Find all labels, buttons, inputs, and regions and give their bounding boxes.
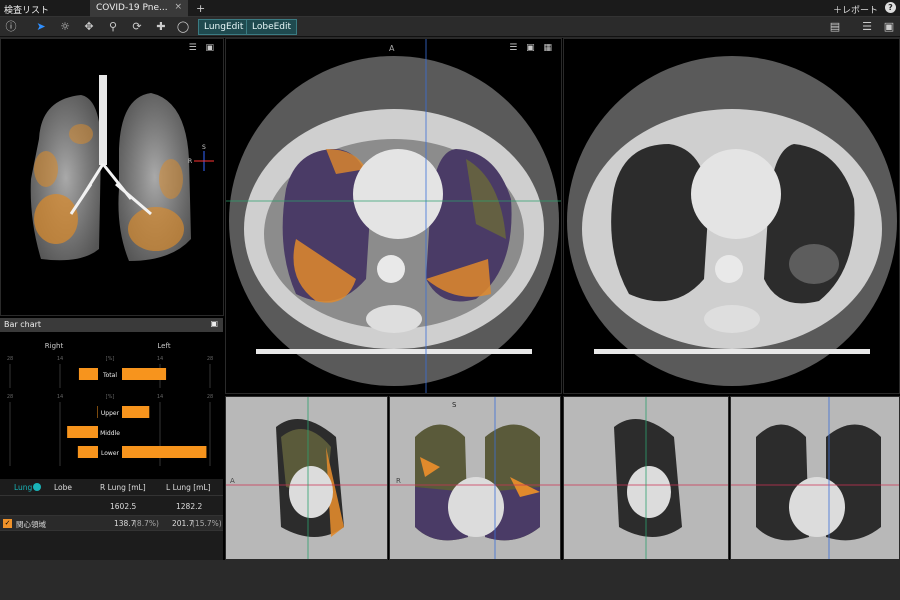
lobeedit-button[interactable]: LobeEdit [246,19,298,35]
new-tab-button[interactable]: + [196,2,205,15]
sagittal-segmented-panel[interactable]: ☰ ▣ A [225,396,388,560]
bar-chart-svg: Right Left 28 14 14 28 [%] Total 28 14 14 28 [%] Up… [7,342,213,466]
coronal-ct-raw [731,397,899,559]
roi-r-volume: 138.7 [114,519,136,528]
roi-l-percent: (15.7%) [192,519,222,528]
coronal-ct-segmented: R S [390,397,560,559]
coronal-segmented-panel[interactable]: ☰ ▣ ▦ R S [389,396,561,560]
left-side-label: Left [157,342,170,350]
axial-segmented-panel[interactable]: ☰ ▣ ▦ A [225,38,562,394]
lung-lobe-toggle[interactable] [33,483,41,491]
tick-label: 14 [57,356,63,362]
roi-r-percent: (8.7%) [134,519,159,528]
report-button[interactable]: ＋レポート [833,3,878,16]
category-label: Upper [101,410,120,417]
tick-label: 28 [207,356,213,362]
tick-label: 14 [157,356,163,362]
sagittal-raw-panel[interactable]: ▣ [563,396,729,560]
orient-r-label: R [396,477,401,485]
volume-render-panel[interactable]: ☰ ▣ S R [0,38,224,316]
roi-checkbox[interactable]: ✓ [3,519,12,528]
cursor-icon[interactable]: ➤ [34,20,48,34]
axial-ct-raw [567,56,897,386]
brightness-icon[interactable]: ☼ [58,20,72,34]
crosshair-icon[interactable]: ✚ [154,20,168,34]
category-label: Middle [100,430,120,437]
tab-lobe[interactable]: Lobe [54,483,72,492]
col-l-lung: L Lung [mL] [166,483,211,492]
axial-ct-segmented: A [226,39,561,393]
layout-icon[interactable]: ▤ [828,20,842,34]
bar-chart: Right Left 28 14 14 28 [%] Total 28 14 14 28 [%] Up… [0,332,223,479]
r-lung-volume: 1602.5 [110,502,137,511]
axial-raw-panel[interactable] [563,38,900,394]
volume-table: Lung Lobe R Lung [mL] L Lung [mL] 1602.5… [0,479,223,560]
unit-label: [%] [106,394,115,400]
lasso-icon[interactable]: ◯ [176,20,190,34]
app-title[interactable]: 検査リスト [4,3,49,16]
roi-l-volume: 201.7 [172,519,194,528]
tab-lung[interactable]: Lung [14,483,32,492]
tick-label: 28 [207,394,213,400]
orient-s-label: S [452,401,457,409]
title-bar: 検査リスト COVID-19 Pne... × + ＋レポート ? [0,0,900,17]
right-side-label: Right [45,342,64,350]
table-row: ✓ 関心領域 138.7 (8.7%) 201.7 (15.7%) [0,516,223,531]
tab-label: COVID-19 Pne... [96,3,168,13]
col-r-lung: R Lung [mL] [100,483,146,492]
orient-a-label: A [389,44,395,53]
bar-chart-title: Bar chart [4,320,42,329]
orient-s-label: S [202,144,206,151]
bar-left [110,446,207,458]
orient-r-label: R [188,158,192,165]
l-lung-volume: 1282.2 [176,502,203,511]
category-label: Lower [101,450,120,457]
orient-a-label: A [230,477,235,485]
tab-covid[interactable]: COVID-19 Pne... × [90,0,188,17]
tick-label: 14 [57,394,63,400]
camera-icon[interactable]: ▣ [210,319,218,328]
tick-label: 14 [157,394,163,400]
table-row: 1602.5 1282.2 [0,496,223,516]
roi-label: 関心領域 [16,520,46,529]
rotate-icon[interactable]: ⟳ [130,20,144,34]
menu-icon[interactable]: ☰ [860,20,874,34]
help-icon[interactable]: ? [885,2,896,13]
move-icon[interactable]: ✥ [82,20,96,34]
close-icon[interactable]: × [174,2,182,12]
unit-label: [%] [106,356,115,362]
tick-label: 28 [7,394,13,400]
camera-icon[interactable]: ▣ [882,20,896,34]
bar-chart-header: Bar chart ▣ [0,318,223,332]
table-header-row: Lung Lobe R Lung [mL] L Lung [mL] [0,479,223,496]
sagittal-ct-raw [564,397,728,559]
info-icon[interactable]: ⓘ [4,20,18,34]
workspace: ☰ ▣ S R Bar chart ▣ Right Left 28 14 14 … [0,38,900,560]
tick-label: 28 [7,356,13,362]
sagittal-ct-segmented: A [226,397,387,559]
lungedit-button[interactable]: LungEdit [198,19,250,35]
zoom-icon[interactable]: ⚲ [106,20,120,34]
category-label: Total [102,372,117,379]
toolbar: ⓘ ➤ ☼ ✥ ⚲ ⟳ ✚ ◯ LungEdit LobeEdit ▤ ☰ ▣ [0,17,900,37]
lung-3d-render: S R [30,75,214,261]
coronal-raw-panel[interactable]: ▣ [730,396,900,560]
